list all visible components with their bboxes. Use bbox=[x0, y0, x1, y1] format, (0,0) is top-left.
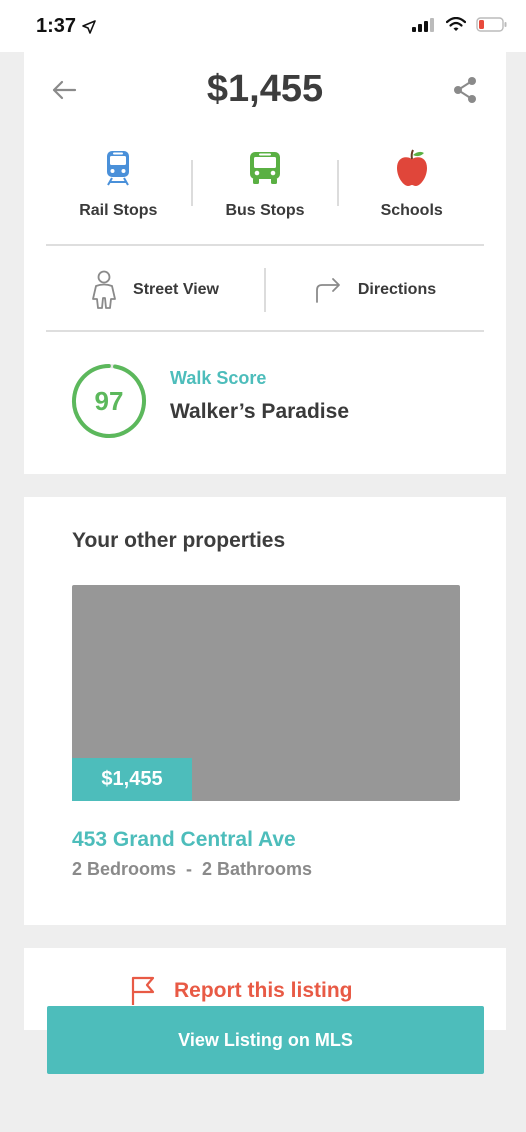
battery-icon bbox=[476, 17, 507, 32]
share-icon bbox=[454, 77, 476, 103]
actions-row: Street View Directions bbox=[46, 248, 484, 332]
property-photo[interactable]: $1,455 bbox=[72, 585, 460, 801]
bus-icon bbox=[250, 152, 280, 184]
street-view-label: Street View bbox=[133, 281, 219, 298]
apple-icon bbox=[396, 149, 427, 186]
schools-label: Schools bbox=[380, 202, 443, 219]
turn-right-arrow-icon bbox=[315, 278, 340, 303]
wifi-icon bbox=[446, 17, 466, 31]
bus-stops-label: Bus Stops bbox=[225, 202, 305, 219]
listing-price: $1,455 bbox=[206, 68, 324, 110]
view-listing-mls-button[interactable]: View Listing on MLS bbox=[47, 1006, 484, 1074]
report-listing-button[interactable]: Report this listing bbox=[130, 976, 353, 1006]
report-listing-label: Report this listing bbox=[174, 979, 353, 1002]
flag-icon bbox=[131, 976, 155, 1005]
other-properties-heading: Your other properties bbox=[72, 529, 286, 552]
listing-summary-card: $1,455 Rail Stops Bus Stops Schools Stre… bbox=[24, 52, 506, 474]
status-bar: 1:37 bbox=[0, 0, 526, 52]
directions-label: Directions bbox=[357, 281, 437, 298]
street-view-button[interactable]: Street View bbox=[46, 270, 264, 310]
directions-button[interactable]: Directions bbox=[266, 277, 484, 303]
person-icon bbox=[92, 270, 116, 309]
status-time: 1:37 bbox=[36, 15, 96, 38]
header: $1,455 bbox=[24, 52, 506, 128]
property-price-tag: $1,455 bbox=[72, 758, 192, 801]
location-arrow-icon bbox=[82, 19, 96, 34]
walk-score-section: 97 Walk Score Walker’s Paradise bbox=[70, 362, 470, 442]
share-button[interactable] bbox=[450, 74, 480, 106]
divider bbox=[46, 330, 484, 332]
schools-button[interactable]: Schools bbox=[339, 148, 484, 222]
amenities-row: Rail Stops Bus Stops Schools bbox=[46, 148, 484, 222]
property-address[interactable]: 453 Grand Central Ave bbox=[72, 828, 296, 852]
property-details: 2 Bedrooms - 2 Bathrooms bbox=[72, 859, 313, 879]
rail-stops-label: Rail Stops bbox=[79, 202, 158, 219]
walk-score-label: Walk Score bbox=[170, 368, 267, 388]
bus-stops-button[interactable]: Bus Stops bbox=[193, 148, 338, 222]
status-time-text: 1:37 bbox=[36, 15, 77, 37]
walk-score-value: 97 bbox=[94, 386, 124, 416]
status-icons bbox=[412, 17, 508, 32]
other-properties-card: Your other properties $1,455 453 Grand C… bbox=[24, 497, 506, 925]
walk-score-description: Walker’s Paradise bbox=[170, 400, 349, 423]
rail-stops-button[interactable]: Rail Stops bbox=[46, 148, 191, 222]
signal-icon bbox=[412, 17, 434, 32]
divider bbox=[46, 244, 484, 246]
train-icon bbox=[107, 151, 130, 186]
